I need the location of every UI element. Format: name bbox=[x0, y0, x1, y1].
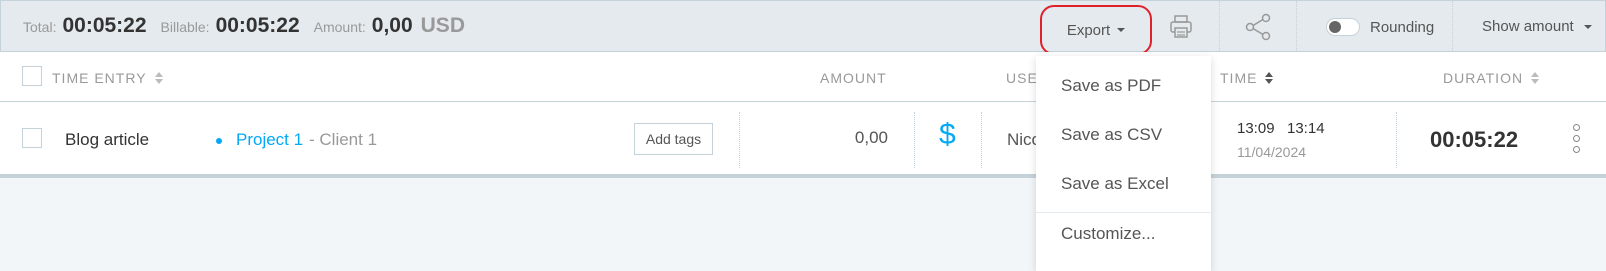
table-row: Blog article Project 1 - Client 1 Add ta… bbox=[0, 102, 1606, 178]
entry-date[interactable]: 11/04/2024 bbox=[1237, 144, 1306, 160]
chevron-down-icon bbox=[1583, 24, 1592, 29]
export-dropdown-menu: Save as PDF Save as CSV Save as Excel Cu… bbox=[1036, 56, 1211, 271]
total-value: 00:05:22 bbox=[62, 14, 147, 37]
export-button[interactable]: Export bbox=[1040, 5, 1152, 55]
show-amount-label: Show amount bbox=[1482, 18, 1574, 35]
cell-divider bbox=[981, 112, 982, 168]
header-time[interactable]: TIME bbox=[1220, 70, 1274, 86]
client-name: - Client 1 bbox=[309, 130, 378, 149]
total-label: Total: bbox=[23, 19, 57, 35]
export-label: Export bbox=[1066, 21, 1111, 39]
report-summary: Total: 00:05:22 Billable: 00:05:22 Amoun… bbox=[1, 14, 465, 38]
header-amount-label: AMOUNT bbox=[820, 70, 887, 86]
billable-dollar-icon[interactable]: $ bbox=[939, 118, 956, 152]
billable-value: 00:05:22 bbox=[215, 14, 300, 37]
amount-label: Amount: bbox=[313, 19, 366, 35]
rounding-toggle[interactable] bbox=[1326, 18, 1360, 36]
header-time-entry-label: TIME ENTRY bbox=[52, 70, 147, 86]
more-options-icon[interactable] bbox=[1571, 124, 1581, 156]
toolbar-divider bbox=[1219, 1, 1220, 53]
rounding-label: Rounding bbox=[1370, 19, 1435, 36]
header-time-entry[interactable]: TIME ENTRY bbox=[52, 70, 163, 86]
toolbar-divider bbox=[1296, 1, 1297, 53]
start-time[interactable]: 13:09 bbox=[1237, 120, 1275, 137]
project-color-dot bbox=[216, 138, 222, 144]
entry-duration[interactable]: 00:05:22 bbox=[1430, 127, 1518, 153]
toggle-knob bbox=[1329, 21, 1341, 33]
amount-value: 0,00 bbox=[371, 14, 413, 37]
header-user: USE bbox=[1006, 70, 1038, 86]
menu-item-save-pdf[interactable]: Save as PDF bbox=[1061, 76, 1161, 96]
billable-label: Billable: bbox=[160, 19, 210, 35]
project-link[interactable]: Project 1 bbox=[236, 130, 303, 150]
summary-toolbar: Total: 00:05:22 Billable: 00:05:22 Amoun… bbox=[0, 0, 1606, 55]
header-time-label: TIME bbox=[1220, 70, 1258, 86]
sort-icon bbox=[1531, 72, 1540, 84]
show-amount-dropdown[interactable]: Show amount bbox=[1482, 18, 1592, 35]
header-amount: AMOUNT bbox=[820, 70, 887, 86]
select-all-checkbox[interactable] bbox=[22, 66, 42, 86]
table-header: TIME ENTRY AMOUNT USE TIME DURATION bbox=[0, 52, 1606, 102]
header-duration-label: DURATION bbox=[1443, 70, 1524, 86]
cell-divider bbox=[739, 112, 740, 168]
add-tags-label: Add tags bbox=[645, 131, 702, 147]
chevron-down-icon bbox=[1117, 28, 1126, 32]
row-checkbox[interactable] bbox=[22, 128, 42, 148]
menu-item-save-csv[interactable]: Save as CSV bbox=[1061, 125, 1162, 145]
menu-divider bbox=[1036, 212, 1211, 213]
toolbar-divider bbox=[1452, 1, 1453, 53]
add-tags-button[interactable]: Add tags bbox=[634, 123, 713, 155]
currency-label: USD bbox=[420, 14, 465, 37]
printer-icon[interactable] bbox=[1167, 13, 1197, 41]
end-time[interactable]: 13:14 bbox=[1287, 120, 1325, 137]
menu-item-customize[interactable]: Customize... bbox=[1061, 224, 1155, 244]
sort-icon bbox=[154, 72, 163, 84]
menu-item-save-excel[interactable]: Save as Excel bbox=[1061, 174, 1169, 194]
header-user-label: USE bbox=[1006, 70, 1038, 86]
sort-icon bbox=[1265, 72, 1274, 84]
entry-description[interactable]: Blog article bbox=[65, 130, 149, 150]
cell-divider bbox=[1396, 112, 1397, 168]
cell-divider bbox=[914, 112, 915, 168]
share-icon[interactable] bbox=[1244, 13, 1274, 41]
entry-amount: 0,00 bbox=[854, 128, 888, 147]
header-duration[interactable]: DURATION bbox=[1443, 70, 1540, 86]
